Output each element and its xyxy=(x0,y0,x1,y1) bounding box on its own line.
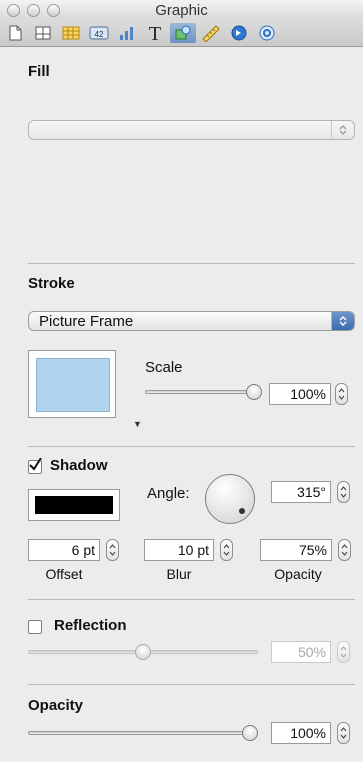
chart-inspector-icon[interactable] xyxy=(114,23,140,43)
blur-stepper[interactable] xyxy=(220,539,233,561)
stroke-heading: Stroke xyxy=(28,275,75,292)
opacity-slider-knob[interactable] xyxy=(242,725,258,741)
fill-heading: Fill xyxy=(28,63,50,80)
document-inspector-icon[interactable] xyxy=(2,23,28,43)
inspector-content: Fill Stroke Picture Frame ▼ Scale 100% S… xyxy=(0,47,363,762)
shadow-opacity-stepper[interactable] xyxy=(338,539,351,561)
popup-arrows-icon xyxy=(331,121,354,139)
inspector-toolbar: 42 T xyxy=(0,20,363,47)
reflection-checkbox[interactable] xyxy=(28,620,42,634)
offset-stepper[interactable] xyxy=(106,539,119,561)
scale-slider-knob[interactable] xyxy=(246,384,262,400)
opacity-heading: Opacity xyxy=(28,697,84,714)
quicktime-inspector-icon[interactable] xyxy=(254,23,280,43)
graphic-inspector-window: Graphic 42 T Fill Stroke Picture Frame ▼… xyxy=(0,0,363,762)
text-inspector-icon[interactable]: T xyxy=(142,23,168,43)
offset-label: Offset xyxy=(45,566,83,582)
shadow-color-swatch xyxy=(35,496,113,514)
shadow-color-well[interactable] xyxy=(28,489,120,521)
shadow-opacity-label: Opacity xyxy=(274,566,322,582)
separator xyxy=(28,599,355,600)
table-inspector-icon[interactable] xyxy=(58,23,84,43)
scale-slider[interactable] xyxy=(145,390,255,394)
title-bar: Graphic xyxy=(0,0,363,20)
scale-stepper[interactable] xyxy=(335,383,348,405)
popup-arrows-icon xyxy=(331,312,354,330)
opacity-stepper[interactable] xyxy=(337,722,350,744)
shadow-opacity-field[interactable]: 75% xyxy=(260,539,332,561)
separator xyxy=(28,263,355,264)
opacity-slider[interactable] xyxy=(28,731,258,735)
link-inspector-icon[interactable] xyxy=(226,23,252,43)
scale-label: Scale xyxy=(145,359,183,376)
angle-label: Angle: xyxy=(147,485,190,502)
graphic-inspector-icon[interactable] xyxy=(170,23,196,43)
shadow-heading: Shadow xyxy=(50,457,108,474)
angle-stepper[interactable] xyxy=(337,481,350,503)
opacity-field[interactable]: 100% xyxy=(271,722,331,744)
angle-wheel[interactable] xyxy=(205,474,255,524)
window-title: Graphic xyxy=(155,2,208,19)
angle-field[interactable]: 315° xyxy=(271,481,331,503)
reflection-field[interactable]: 50% xyxy=(271,641,331,663)
shadow-checkbox[interactable] xyxy=(28,458,42,474)
fill-popup[interactable] xyxy=(28,120,355,140)
svg-text:T: T xyxy=(149,23,161,43)
picture-frame-swatch[interactable] xyxy=(28,350,116,418)
stroke-style-value: Picture Frame xyxy=(39,313,134,330)
blur-label: Blur xyxy=(166,566,192,582)
format-inspector-icon[interactable]: 42 xyxy=(86,23,112,43)
reflection-stepper[interactable] xyxy=(337,641,350,663)
separator xyxy=(28,446,355,447)
offset-field[interactable]: 6 pt xyxy=(28,539,100,561)
disclosure-triangle-icon[interactable]: ▼ xyxy=(133,419,142,429)
reflection-heading: Reflection xyxy=(54,617,127,634)
scale-field[interactable]: 100% xyxy=(269,383,331,405)
layout-inspector-icon[interactable] xyxy=(30,23,56,43)
reflection-slider-knob[interactable] xyxy=(135,644,151,660)
separator xyxy=(28,684,355,685)
svg-text:42: 42 xyxy=(95,30,104,39)
metrics-inspector-icon[interactable] xyxy=(198,23,224,43)
angle-indicator-icon xyxy=(239,508,245,514)
blur-field[interactable]: 10 pt xyxy=(144,539,214,561)
frame-preview xyxy=(36,358,110,412)
stroke-style-popup[interactable]: Picture Frame xyxy=(28,311,355,331)
